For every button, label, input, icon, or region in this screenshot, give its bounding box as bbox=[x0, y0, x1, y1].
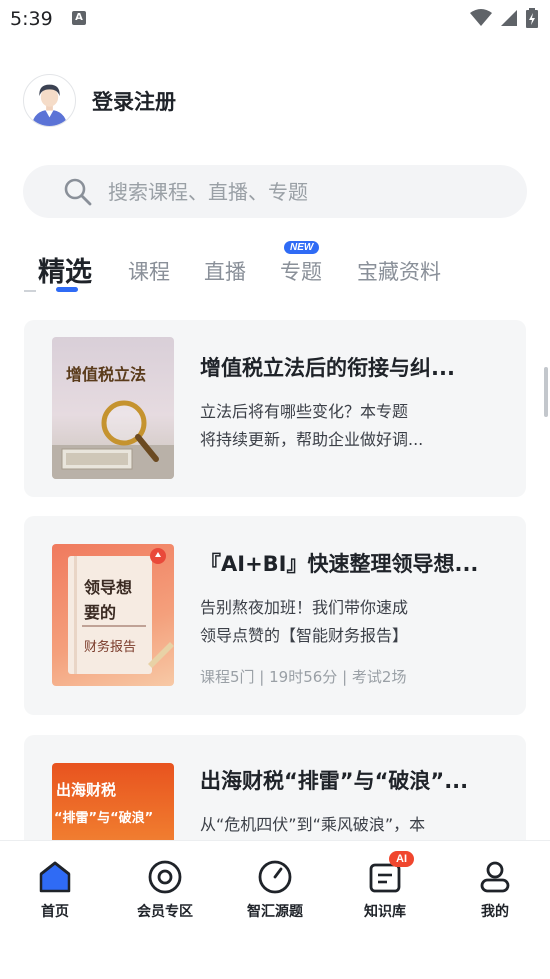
battery-icon bbox=[526, 8, 538, 28]
ai-badge: AI bbox=[389, 851, 414, 867]
home-icon bbox=[37, 859, 73, 895]
nav-label: 知识库 bbox=[364, 904, 406, 920]
avatar[interactable] bbox=[23, 74, 76, 127]
new-badge: NEW bbox=[284, 241, 320, 254]
thumbnail-title-line: 要的 bbox=[84, 603, 117, 622]
status-bar: 5:39 A bbox=[0, 0, 550, 40]
thumbnail-title-line: 出海财税 bbox=[56, 781, 117, 799]
tab-featured[interactable]: 精选 bbox=[38, 250, 92, 289]
nav-label: 会员专区 bbox=[137, 904, 193, 920]
nav-profile[interactable]: 我的 bbox=[445, 859, 545, 921]
target-icon bbox=[147, 859, 183, 895]
card-description-line: 立法后将有哪些变化？本专题 bbox=[200, 402, 409, 421]
card-title: 出海财税“排雷”与“破浪”... bbox=[200, 769, 469, 793]
card-thumbnail: 领导想 要的 财务报告 bbox=[52, 544, 174, 686]
course-card[interactable]: 增值税立法 增值税立法后的衔接与纠... 立法后将有哪些变化？本专题 将持续更新… bbox=[24, 320, 526, 497]
nav-home[interactable]: 首页 bbox=[5, 859, 105, 921]
wifi-icon bbox=[470, 9, 492, 26]
card-description-line: 领导点赞的【智能财务报告】 bbox=[200, 626, 409, 645]
search-bar[interactable] bbox=[23, 165, 527, 218]
card-description-line: 将持续更新，帮助企业做好调... bbox=[200, 430, 424, 449]
nav-label: 智汇源题 bbox=[247, 904, 303, 920]
bottom-navigation: 首页 会员专区 智汇源题 AI 知识库 我的 bbox=[0, 840, 550, 979]
thumbnail-title: 增值税立法 bbox=[66, 365, 147, 384]
person-icon bbox=[477, 859, 513, 895]
status-icons bbox=[470, 8, 538, 28]
search-input[interactable] bbox=[108, 179, 468, 204]
scroll-handle[interactable] bbox=[544, 367, 548, 417]
thumbnail-subtitle: 财务报告 bbox=[84, 640, 137, 655]
compass-icon bbox=[257, 859, 293, 895]
thumbnail-title-line: 领导想 bbox=[84, 578, 133, 597]
active-tab-indicator bbox=[56, 287, 78, 292]
card-title: 增值税立法后的衔接与纠... bbox=[200, 356, 455, 380]
tab-courses[interactable]: 课程 bbox=[128, 256, 170, 286]
signal-icon bbox=[501, 10, 517, 26]
card-title: 『AI+BI』快速整理领导想... bbox=[200, 552, 479, 576]
magnifier-illustration bbox=[52, 400, 174, 479]
card-description-line: 从“危机四伏”到“乘风破浪”，本 bbox=[200, 815, 426, 834]
card-thumbnail: 增值税立法 bbox=[52, 337, 174, 479]
card-meta: 课程5门 | 19时56分 | 考试2场 bbox=[200, 668, 407, 686]
nav-question-bank[interactable]: 智汇源题 bbox=[225, 859, 325, 921]
nav-label: 首页 bbox=[41, 904, 69, 920]
default-avatar-icon bbox=[24, 75, 75, 126]
status-time: 5:39 bbox=[10, 8, 53, 30]
login-register-link[interactable]: 登录注册 bbox=[92, 86, 176, 116]
nav-membership[interactable]: 会员专区 bbox=[115, 859, 215, 921]
notification-icon: A bbox=[72, 11, 86, 25]
thumbnail-title-line: “排雷”与“破浪” bbox=[54, 811, 154, 826]
login-row[interactable]: 登录注册 bbox=[23, 74, 176, 127]
tab-resources[interactable]: 宝藏资料 bbox=[357, 256, 441, 286]
tab-topics[interactable]: 专题 bbox=[280, 256, 322, 286]
card-description-line: 告别熬夜加班！我们带你速成 bbox=[200, 598, 409, 617]
search-icon bbox=[63, 177, 93, 207]
tab-live[interactable]: 直播 bbox=[204, 256, 246, 286]
tab-divider bbox=[24, 290, 36, 292]
course-card[interactable]: 领导想 要的 财务报告 『AI+BI』快速整理领导想... 告别熬夜加班！我们带… bbox=[24, 516, 526, 715]
nav-label: 我的 bbox=[481, 904, 509, 920]
document-icon: AI bbox=[367, 851, 414, 895]
nav-knowledge-base[interactable]: AI 知识库 bbox=[335, 851, 435, 921]
app-screen: 5:39 A 登录注册 精选 bbox=[0, 0, 550, 979]
